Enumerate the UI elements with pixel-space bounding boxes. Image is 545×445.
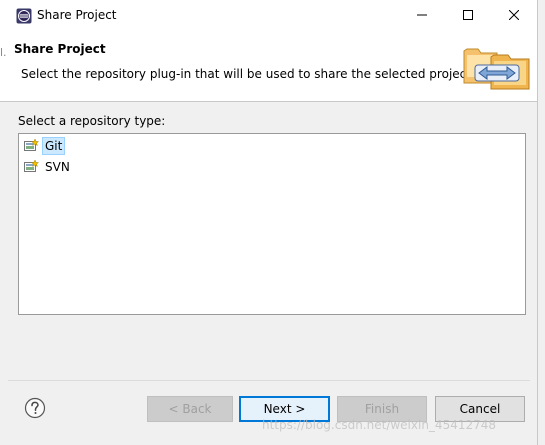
repository-type-list[interactable]: Git SVN: [18, 133, 526, 315]
help-button[interactable]: [24, 397, 46, 419]
repository-type-label: Select a repository type:: [18, 114, 166, 128]
eclipse-app-icon: [16, 8, 32, 24]
minimize-button[interactable]: [399, 0, 445, 31]
git-plugin-icon: [24, 138, 40, 154]
wizard-header: Share Project Select the repository plug…: [0, 31, 537, 101]
minimize-icon: [417, 14, 427, 16]
share-folders-icon: [461, 39, 533, 91]
list-item-svn[interactable]: SVN: [24, 158, 73, 176]
wizard-description: Select the repository plug-in that will …: [21, 67, 475, 81]
list-item-git[interactable]: Git: [24, 137, 66, 155]
help-icon: [24, 397, 46, 419]
repository-label: SVN: [45, 160, 70, 174]
footer-separator: [8, 380, 530, 381]
window-title: Share Project: [37, 8, 117, 22]
maximize-button[interactable]: [445, 0, 491, 31]
close-button[interactable]: [491, 0, 537, 31]
wizard-title: Share Project: [14, 42, 106, 56]
close-icon: [509, 10, 519, 20]
repository-label: Git: [42, 137, 66, 155]
svn-plugin-icon: [24, 159, 40, 175]
title-bar[interactable]: Share Project: [0, 0, 537, 31]
back-button[interactable]: < Back: [147, 396, 233, 422]
share-project-dialog: Share Project Share Project Select the r…: [0, 0, 538, 445]
background-text-fragment: l.: [0, 46, 7, 59]
watermark: https://blog.csdn.net/weixin_45412748: [262, 418, 497, 432]
maximize-icon: [463, 10, 473, 20]
header-separator: [0, 101, 537, 102]
